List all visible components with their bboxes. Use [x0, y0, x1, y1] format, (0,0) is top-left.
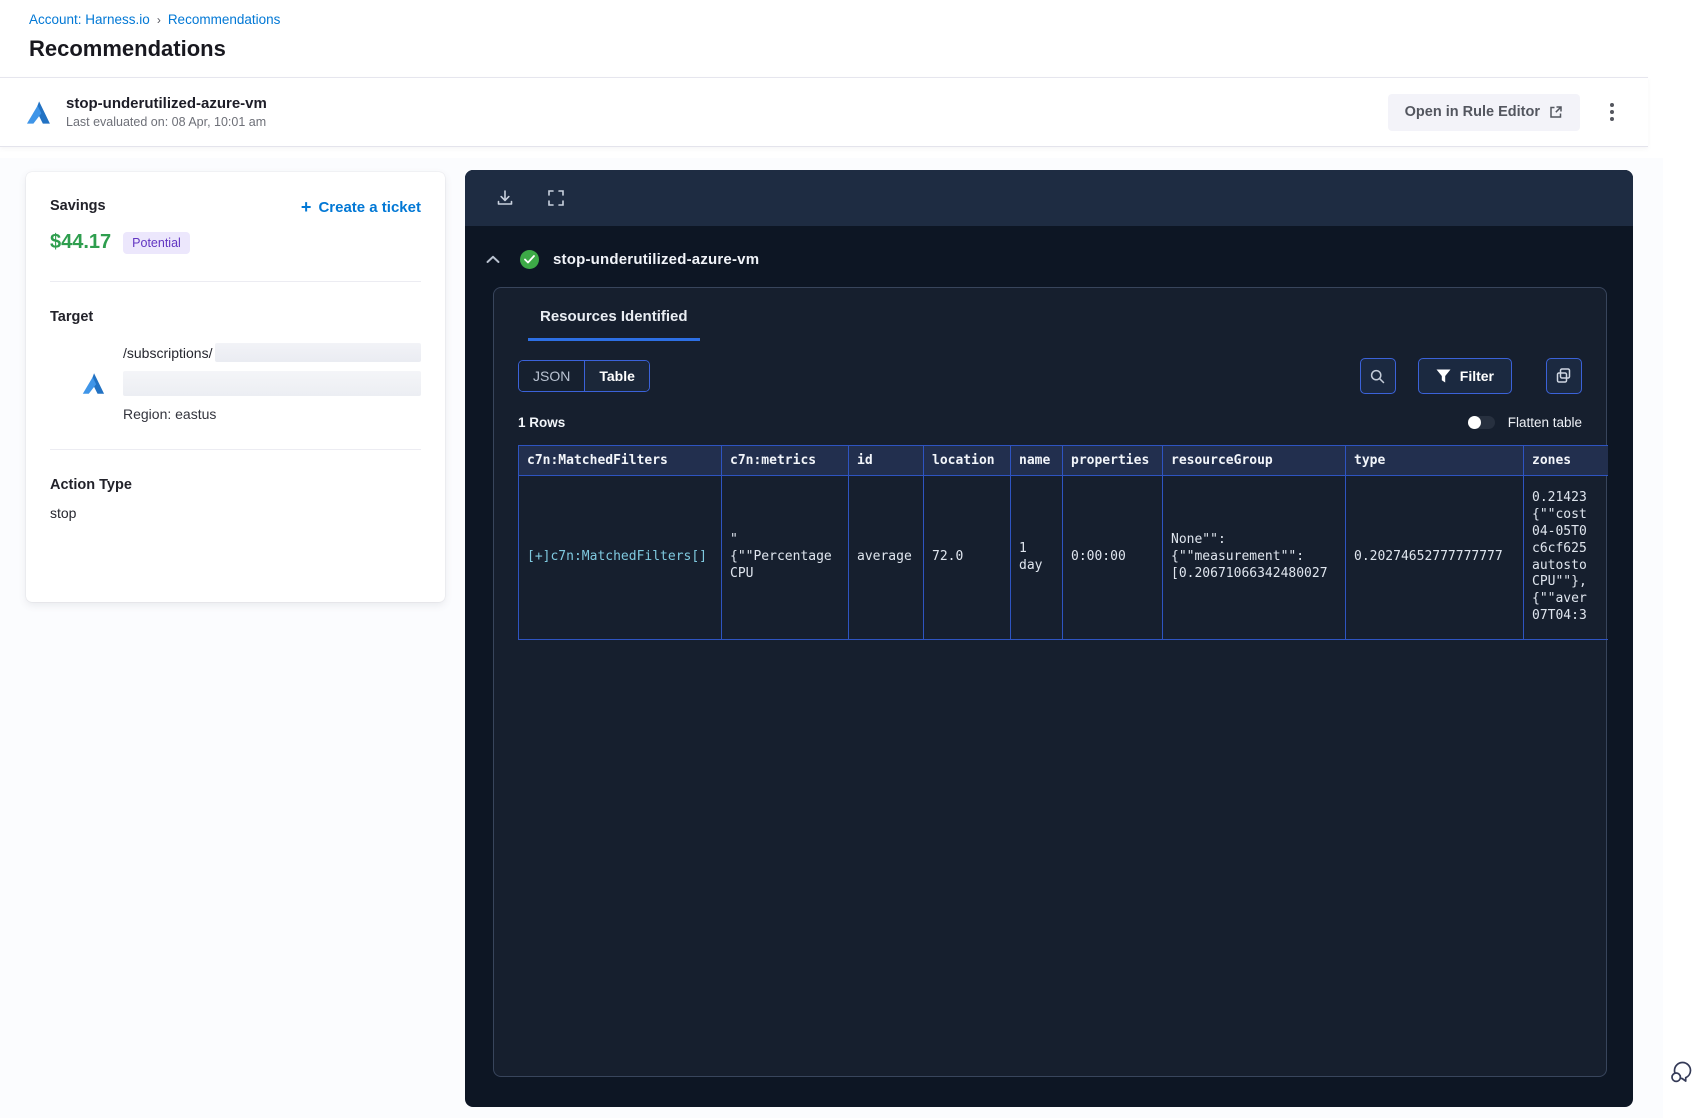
page-title: Recommendations	[29, 36, 226, 61]
rule-name: stop-underutilized-azure-vm	[66, 94, 267, 112]
breadcrumb: Account: Harness.io › Recommendations	[29, 12, 1706, 27]
target-details: /subscriptions/ Region: eastus	[81, 343, 421, 422]
col-header-type[interactable]: type	[1345, 445, 1524, 476]
filter-label: Filter	[1459, 368, 1494, 384]
panel-heading: stop-underutilized-azure-vm	[465, 226, 1633, 269]
cell-zones: 0.21423 {""cost 04-05T0 c6cf625 autosto …	[1523, 475, 1608, 640]
rule-header-bar: stop-underutilized-azure-vm Last evaluat…	[0, 77, 1648, 147]
potential-badge: Potential	[123, 231, 190, 254]
redacted-resource-name	[123, 371, 421, 396]
col-header-location[interactable]: location	[923, 445, 1011, 476]
col-header-name[interactable]: name	[1010, 445, 1063, 476]
page-body: Savings + Create a ticket $44.17 Potenti…	[0, 158, 1663, 1118]
col-header-metrics[interactable]: c7n:metrics	[721, 445, 849, 476]
rule-last-evaluated: Last evaluated on: 08 Apr, 10:01 am	[66, 115, 267, 130]
cell-id: average	[848, 475, 924, 640]
toggle-knob	[1467, 416, 1481, 429]
view-mode-segment: JSON Table	[518, 360, 650, 392]
col-header-id[interactable]: id	[848, 445, 924, 476]
cell-name: 1 day	[1010, 475, 1063, 640]
rule-title-block: stop-underutilized-azure-vm Last evaluat…	[66, 95, 267, 130]
panel-rule-title: stop-underutilized-azure-vm	[553, 251, 760, 268]
breadcrumb-current-link[interactable]: Recommendations	[168, 12, 281, 27]
savings-amount: $44.17	[50, 231, 112, 253]
table-row: [+]c7n:MatchedFilters[] " {""Percentage …	[518, 475, 1608, 640]
rule-identity: stop-underutilized-azure-vm Last evaluat…	[25, 95, 267, 130]
search-button[interactable]	[1359, 358, 1396, 394]
cell-resourcegroup: None"": {""measurement"": [0.20671066342…	[1162, 475, 1346, 640]
open-in-rule-editor-label: Open in Rule Editor	[1404, 104, 1540, 120]
col-header-zones[interactable]: zones	[1523, 445, 1608, 476]
create-ticket-button[interactable]: + Create a ticket	[301, 198, 421, 216]
filter-funnel-icon	[1436, 369, 1451, 383]
divider	[50, 281, 421, 282]
cell-type: 0.20274652777777777	[1345, 475, 1524, 640]
copy-icon	[1556, 368, 1571, 383]
fullscreen-icon[interactable]	[547, 189, 565, 207]
plus-icon: +	[300, 197, 312, 217]
redacted-subscription-id	[215, 343, 421, 362]
col-header-properties[interactable]: properties	[1062, 445, 1163, 476]
col-header-matchedfilters[interactable]: c7n:MatchedFilters	[518, 445, 722, 476]
external-link-icon	[1550, 106, 1562, 118]
target-path: /subscriptions/	[123, 344, 213, 361]
check-circle-icon	[520, 250, 539, 269]
panel-toolbar	[465, 170, 1633, 226]
rows-count: 1 Rows	[518, 415, 566, 430]
divider	[50, 449, 421, 450]
rows-summary-row: 1 Rows Flatten table	[518, 415, 1582, 430]
flatten-table-toggle[interactable]	[1467, 416, 1495, 429]
target-region: Region: eastus	[123, 406, 217, 422]
flatten-table-label: Flatten table	[1507, 415, 1582, 430]
cell-properties: 0:00:00	[1062, 475, 1163, 640]
savings-card: Savings + Create a ticket $44.17 Potenti…	[26, 172, 445, 602]
target-label: Target	[50, 309, 94, 325]
table-action-buttons: Filter	[1359, 358, 1582, 394]
cell-matchedfilters-expand[interactable]: [+]c7n:MatchedFilters[]	[518, 475, 722, 640]
page-header: Account: Harness.io › Recommendations Re…	[0, 0, 1706, 77]
copy-button[interactable]	[1546, 358, 1582, 394]
chat-bubbles-icon[interactable]	[1666, 1056, 1696, 1091]
flatten-table-control: Flatten table	[1467, 415, 1582, 430]
view-toggle-json[interactable]: JSON	[519, 361, 585, 391]
results-table: c7n:MatchedFilters c7n:metrics id locati…	[518, 445, 1608, 640]
action-type-value: stop	[50, 505, 77, 521]
breadcrumb-account-link[interactable]: Account: Harness.io	[29, 12, 150, 27]
breadcrumb-separator: ›	[156, 12, 161, 27]
download-icon[interactable]	[495, 188, 515, 208]
chevron-up-icon[interactable]	[486, 255, 500, 264]
cell-metrics: " {""Percentage CPU	[721, 475, 849, 640]
create-ticket-label: Create a ticket	[318, 198, 421, 216]
savings-label: Savings	[50, 198, 106, 214]
table-header-row: c7n:MatchedFilters c7n:metrics id locati…	[518, 445, 1608, 476]
azure-icon	[26, 100, 50, 124]
filter-button[interactable]: Filter	[1417, 358, 1512, 394]
resources-panel: stop-underutilized-azure-vm Resources Id…	[465, 170, 1633, 1107]
open-in-rule-editor-button[interactable]: Open in Rule Editor	[1387, 93, 1580, 131]
kebab-menu-icon[interactable]	[1602, 97, 1622, 127]
col-header-resourcegroup[interactable]: resourceGroup	[1162, 445, 1346, 476]
rule-header-actions: Open in Rule Editor	[1387, 93, 1622, 131]
azure-icon	[82, 373, 105, 394]
search-icon	[1371, 369, 1385, 383]
cell-location: 72.0	[923, 475, 1011, 640]
action-type-label: Action Type	[50, 477, 132, 493]
resources-identified-panel: Resources Identified JSON Table Filter 1…	[493, 287, 1608, 1077]
results-table-container: c7n:MatchedFilters c7n:metrics id locati…	[518, 445, 1608, 640]
table-controls-row: JSON Table Filter	[518, 358, 1582, 394]
view-toggle-table[interactable]: Table	[584, 361, 649, 391]
tab-resources-identified[interactable]: Resources Identified	[528, 308, 700, 341]
